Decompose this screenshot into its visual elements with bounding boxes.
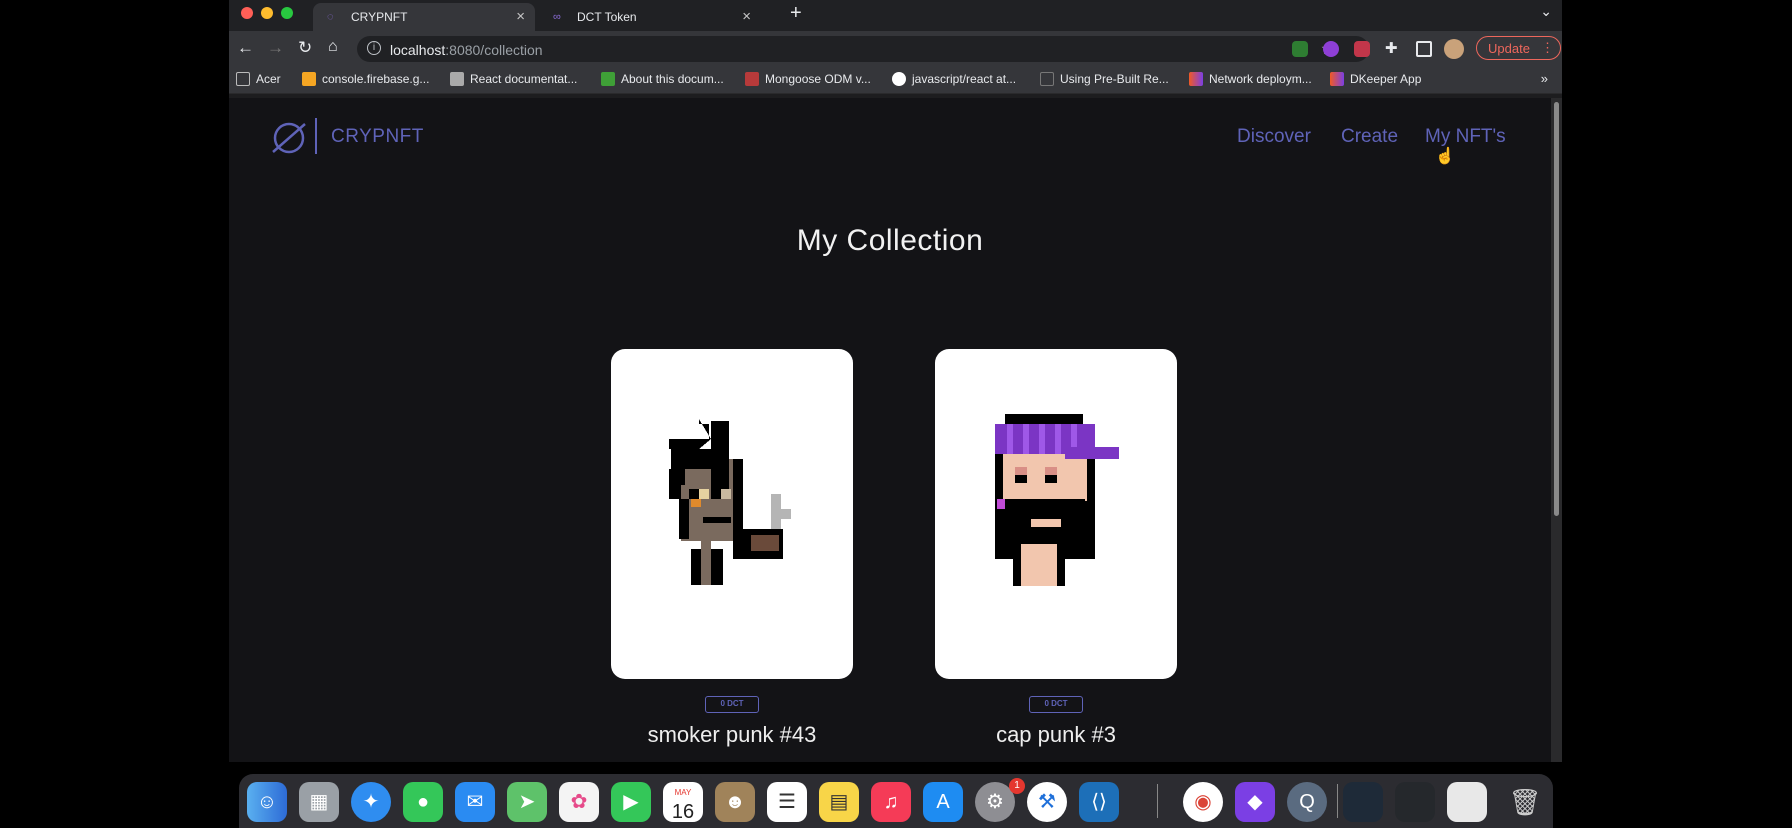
zoom-window-button[interactable] bbox=[281, 7, 293, 19]
tab-close-icon[interactable]: × bbox=[516, 8, 525, 25]
address-bar[interactable]: i localhost:8080/collection ⇪ ☆ bbox=[357, 36, 1369, 62]
nft-image bbox=[669, 419, 791, 585]
quicktime-icon[interactable]: Q bbox=[1287, 782, 1327, 822]
chrome-icon[interactable]: ◉ bbox=[1183, 782, 1223, 822]
bookmark-item[interactable]: React documentat... bbox=[450, 72, 577, 86]
firebase-icon bbox=[302, 72, 316, 86]
window-thumbnail-icon[interactable] bbox=[1447, 782, 1487, 822]
page-content: CRYPNFT Discover Create My NFT's ☝ My Co… bbox=[229, 98, 1551, 762]
mail-icon[interactable]: ✉ bbox=[455, 782, 495, 822]
dock: ☺ ▦ ✦ ● ✉ ➤ ✿ ▶ MAY 16 ☻ ☰ ▤ ♫ A ⚙ 1 ⚒ ⟨… bbox=[239, 774, 1553, 828]
tree-extension-icon[interactable] bbox=[1292, 41, 1308, 57]
page-icon bbox=[1040, 72, 1054, 86]
facetime-icon[interactable]: ▶ bbox=[611, 782, 651, 822]
music-icon[interactable]: ♫ bbox=[871, 782, 911, 822]
home-button[interactable]: ⌂ bbox=[328, 38, 338, 56]
mongoose-icon bbox=[745, 72, 759, 86]
scrollbar-thumb[interactable] bbox=[1554, 102, 1559, 516]
photos-icon[interactable]: ✿ bbox=[559, 782, 599, 822]
tab-close-icon[interactable]: × bbox=[742, 8, 751, 25]
launchpad-icon[interactable]: ▦ bbox=[299, 782, 339, 822]
notes-icon[interactable]: ▤ bbox=[819, 782, 859, 822]
brand-name[interactable]: CRYPNFT bbox=[331, 126, 424, 148]
page-title: My Collection bbox=[796, 224, 984, 257]
forward-button[interactable]: → bbox=[267, 38, 284, 58]
dfinity-icon bbox=[1330, 72, 1344, 86]
update-button[interactable]: Update ⋮ bbox=[1476, 36, 1561, 60]
github-desktop-icon[interactable]: ◆ bbox=[1235, 782, 1275, 822]
logo-divider bbox=[315, 118, 317, 154]
trash-icon[interactable]: 🗑 bbox=[1505, 782, 1545, 822]
nft-name: smoker punk #43 bbox=[647, 722, 817, 747]
nft-image bbox=[995, 414, 1119, 586]
extension-icon[interactable] bbox=[1354, 41, 1370, 57]
bookmark-item[interactable]: console.firebase.g... bbox=[302, 72, 429, 86]
dfinity-icon bbox=[1189, 72, 1203, 86]
bookmark-item[interactable]: javascript/react at... bbox=[892, 72, 1016, 86]
vscode-icon[interactable]: ⟨⟩ bbox=[1079, 782, 1119, 822]
xcode-icon[interactable]: ⚒ bbox=[1027, 782, 1067, 822]
puzzle-icon[interactable]: ✚ bbox=[1385, 41, 1401, 57]
minimize-window-button[interactable] bbox=[261, 7, 273, 19]
reload-button[interactable]: ↻ bbox=[298, 38, 312, 58]
bookmarks-bar: Acer console.firebase.g... React documen… bbox=[229, 67, 1562, 94]
bookmark-item[interactable]: Mongoose ODM v... bbox=[745, 72, 871, 86]
extension-icon[interactable] bbox=[1323, 41, 1339, 57]
bookmark-item[interactable]: Acer bbox=[236, 72, 281, 86]
pointer-cursor-icon: ☝ bbox=[1435, 148, 1455, 165]
tab-dct-token[interactable]: ∞ DCT Token × bbox=[539, 3, 761, 31]
folder-icon bbox=[236, 72, 250, 86]
notification-badge: 1 bbox=[1009, 778, 1025, 794]
nft-name: cap punk #3 bbox=[996, 722, 1116, 747]
finder-icon[interactable]: ☺ bbox=[247, 782, 287, 822]
planet-icon: ◌ bbox=[327, 11, 334, 23]
more-bookmarks-icon[interactable]: » bbox=[1541, 71, 1548, 86]
price-badge: 0 DCT bbox=[1029, 696, 1083, 713]
nav-my-nfts[interactable]: My NFT's bbox=[1425, 126, 1506, 148]
reminders-icon[interactable]: ☰ bbox=[767, 782, 807, 822]
new-tab-button[interactable]: + bbox=[790, 2, 802, 25]
price-badge: 0 DCT bbox=[705, 696, 759, 713]
nft-card[interactable] bbox=[935, 349, 1177, 679]
back-button[interactable]: ← bbox=[237, 38, 254, 58]
bookmark-item[interactable]: DKeeper App bbox=[1330, 72, 1421, 86]
nav-discover[interactable]: Discover bbox=[1237, 126, 1311, 148]
window-thumbnail-icon[interactable] bbox=[1343, 782, 1383, 822]
messages-icon[interactable]: ● bbox=[403, 782, 443, 822]
bookmark-item[interactable]: About this docum... bbox=[601, 72, 724, 86]
mongo-icon bbox=[601, 72, 615, 86]
browser-toolbar: ← → ↻ ⌂ i localhost:8080/collection ⇪ ☆ … bbox=[229, 31, 1562, 67]
safari-icon[interactable]: ✦ bbox=[351, 782, 391, 822]
dfinity-icon: ∞ bbox=[553, 11, 561, 23]
maps-icon[interactable]: ➤ bbox=[507, 782, 547, 822]
url-text[interactable]: localhost:8080/collection bbox=[390, 42, 543, 58]
side-panel-icon[interactable] bbox=[1416, 41, 1432, 57]
nft-card[interactable] bbox=[611, 349, 853, 679]
close-window-button[interactable] bbox=[241, 7, 253, 19]
window-thumbnail-icon[interactable] bbox=[1395, 782, 1435, 822]
app-store-icon[interactable]: A bbox=[923, 782, 963, 822]
dock-divider bbox=[1157, 784, 1158, 818]
avatar[interactable] bbox=[1444, 39, 1464, 59]
nav-create[interactable]: Create bbox=[1341, 126, 1398, 148]
bookmark-item[interactable]: Using Pre-Built Re... bbox=[1040, 72, 1169, 86]
info-icon[interactable]: i bbox=[367, 41, 381, 55]
more-icon: ⋮ bbox=[1541, 40, 1554, 55]
tab-bar: ◌ CRYPNFT × ∞ DCT Token × + ⌄ bbox=[229, 0, 1562, 31]
dock-divider bbox=[1337, 784, 1338, 818]
contacts-icon[interactable]: ☻ bbox=[715, 782, 755, 822]
planet-logo-icon[interactable] bbox=[269, 118, 309, 158]
tab-crypnft[interactable]: ◌ CRYPNFT × bbox=[313, 3, 535, 31]
bookmark-item[interactable]: Network deploym... bbox=[1189, 72, 1312, 86]
browser-window: ◌ CRYPNFT × ∞ DCT Token × + ⌄ ← → ↻ ⌂ i … bbox=[229, 0, 1562, 762]
chevron-down-icon[interactable]: ⌄ bbox=[1540, 3, 1552, 20]
github-icon bbox=[892, 72, 906, 86]
calendar-icon[interactable]: MAY 16 bbox=[663, 782, 703, 823]
react-icon bbox=[450, 72, 464, 86]
